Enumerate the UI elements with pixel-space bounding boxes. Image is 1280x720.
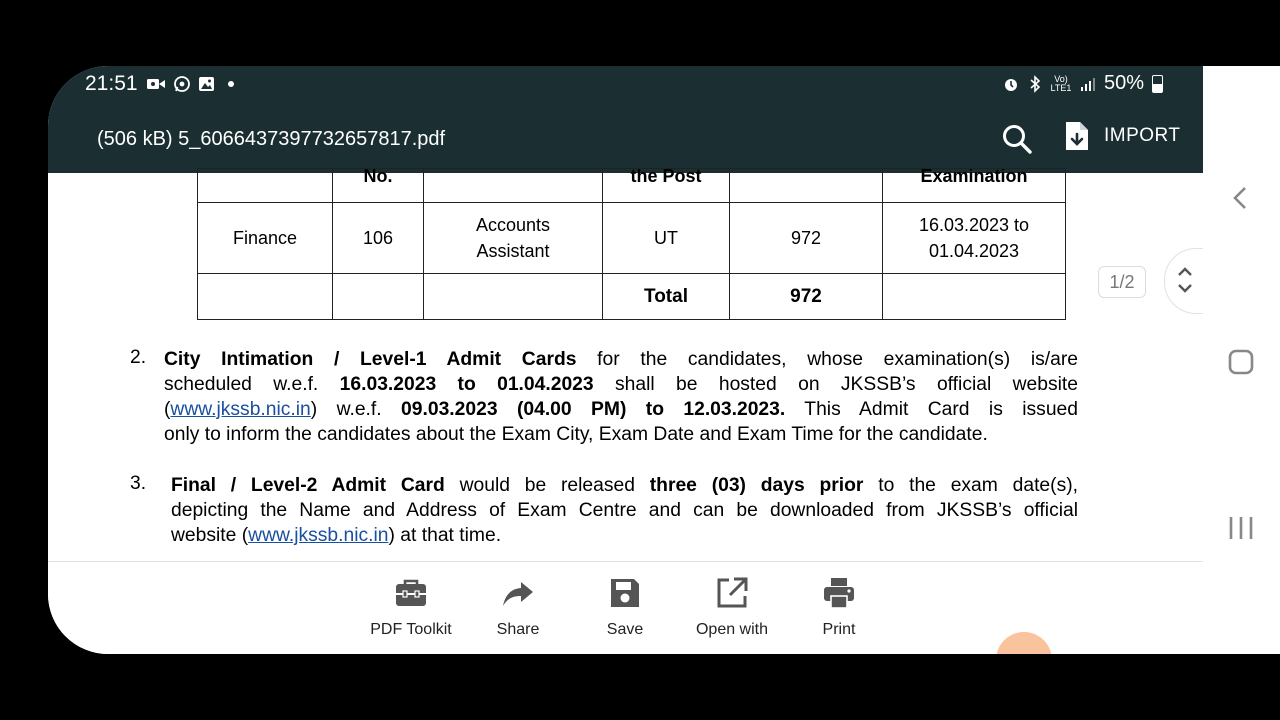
toolbox-icon: [396, 579, 426, 606]
save-floppy-icon: [611, 579, 639, 607]
more-notifications-dot-icon: [228, 81, 234, 87]
open-with-button[interactable]: Open with: [677, 576, 787, 639]
total-value: 972: [729, 273, 883, 320]
save-label: Save: [606, 621, 644, 638]
import-label: IMPORT: [1104, 125, 1181, 146]
department-cell: Finance: [197, 202, 333, 274]
battery-percent: 50%: [1103, 72, 1144, 94]
status-time: 21:51: [85, 72, 138, 95]
share-label: Share: [496, 621, 540, 638]
code-cell: 106: [332, 202, 424, 274]
printer-icon: [824, 578, 854, 609]
table-header-cell: Examination: [882, 168, 1066, 203]
alarm-icon: [1004, 78, 1017, 91]
print-label: Print: [822, 621, 856, 638]
chevron-down-icon: [1178, 284, 1192, 293]
chevron-up-icon: [1178, 267, 1192, 276]
document-title: (506 kB) 5_6066437397732657817.pdf: [97, 128, 446, 150]
whatsapp-icon: [174, 76, 190, 92]
table-header-cell: the Post: [602, 168, 730, 203]
point-2-paragraph: City Intimation / Level-1 Admit Cards fo…: [164, 349, 1078, 445]
point-3-paragraph: Final / Level-2 Admit Card would be rele…: [171, 475, 1078, 546]
jkssb-website-link[interactable]: www.jkssb.nic.in: [248, 525, 388, 546]
system-navigation-bar: [1203, 66, 1280, 654]
exam-period-cell: 16.03.2023 to 01.04.2023: [882, 202, 1066, 274]
pdf-toolkit-button[interactable]: PDF Toolkit: [356, 576, 466, 639]
import-file-icon: [1066, 122, 1088, 150]
vacancy-table: No. the Post Examination Finance 106 Acc…: [197, 168, 1066, 320]
video-call-icon: [147, 79, 165, 89]
search-icon[interactable]: [1000, 122, 1034, 156]
pdf-toolkit-label: PDF Toolkit: [370, 621, 452, 638]
volte-lte-indicator: Vo) LTE1: [1050, 73, 1072, 93]
status-bar: 21:51 Vo) LTE1 50%: [48, 66, 1203, 106]
table-header-cell: [729, 168, 883, 203]
table-total-row: Total 972: [197, 273, 1066, 320]
pdf-page[interactable]: No. the Post Examination Finance 106 Acc…: [48, 168, 1203, 561]
gallery-icon: [199, 77, 214, 91]
page-indicator: 1/2: [1098, 266, 1146, 298]
recent-apps-nav-icon[interactable]: [1221, 508, 1261, 548]
post-cell: Accounts Assistant: [423, 202, 603, 274]
share-button[interactable]: Share: [463, 576, 573, 639]
back-nav-icon[interactable]: [1221, 178, 1261, 218]
vacancies-cell: 972: [729, 202, 883, 274]
table-header-cell: [423, 168, 603, 203]
phone-screen: 21:51 Vo) LTE1 50% (506 kB) 5_6066437397…: [48, 66, 1203, 654]
level-cell: UT: [602, 202, 730, 274]
list-number-2: 2.: [130, 347, 147, 368]
app-header: (506 kB) 5_6066437397732657817.pdf IMPOR…: [48, 106, 1203, 173]
jkssb-website-link[interactable]: www.jkssb.nic.in: [170, 399, 310, 420]
system-status: Vo) LTE1 50%: [1002, 72, 1163, 95]
save-button[interactable]: Save: [570, 576, 680, 639]
signal-icon: [1080, 77, 1095, 91]
table-header-cell: No.: [332, 168, 424, 203]
bluetooth-icon: [1030, 74, 1041, 93]
import-button[interactable]: IMPORT: [1064, 120, 1181, 152]
home-nav-icon[interactable]: [1221, 342, 1261, 382]
table-header-cell: [197, 168, 333, 203]
table-header-row: No. the Post Examination: [197, 168, 1066, 203]
battery-icon: [1152, 74, 1163, 93]
list-number-3: 3.: [130, 473, 147, 494]
share-arrow-icon: [503, 582, 533, 606]
table-row: Finance 106 Accounts Assistant UT 972 16.…: [197, 202, 1066, 274]
notification-icons: [146, 75, 234, 93]
print-button[interactable]: Print: [784, 576, 894, 639]
total-label: Total: [602, 273, 730, 320]
open-external-icon: [717, 577, 748, 608]
open-with-label: Open with: [695, 621, 769, 638]
